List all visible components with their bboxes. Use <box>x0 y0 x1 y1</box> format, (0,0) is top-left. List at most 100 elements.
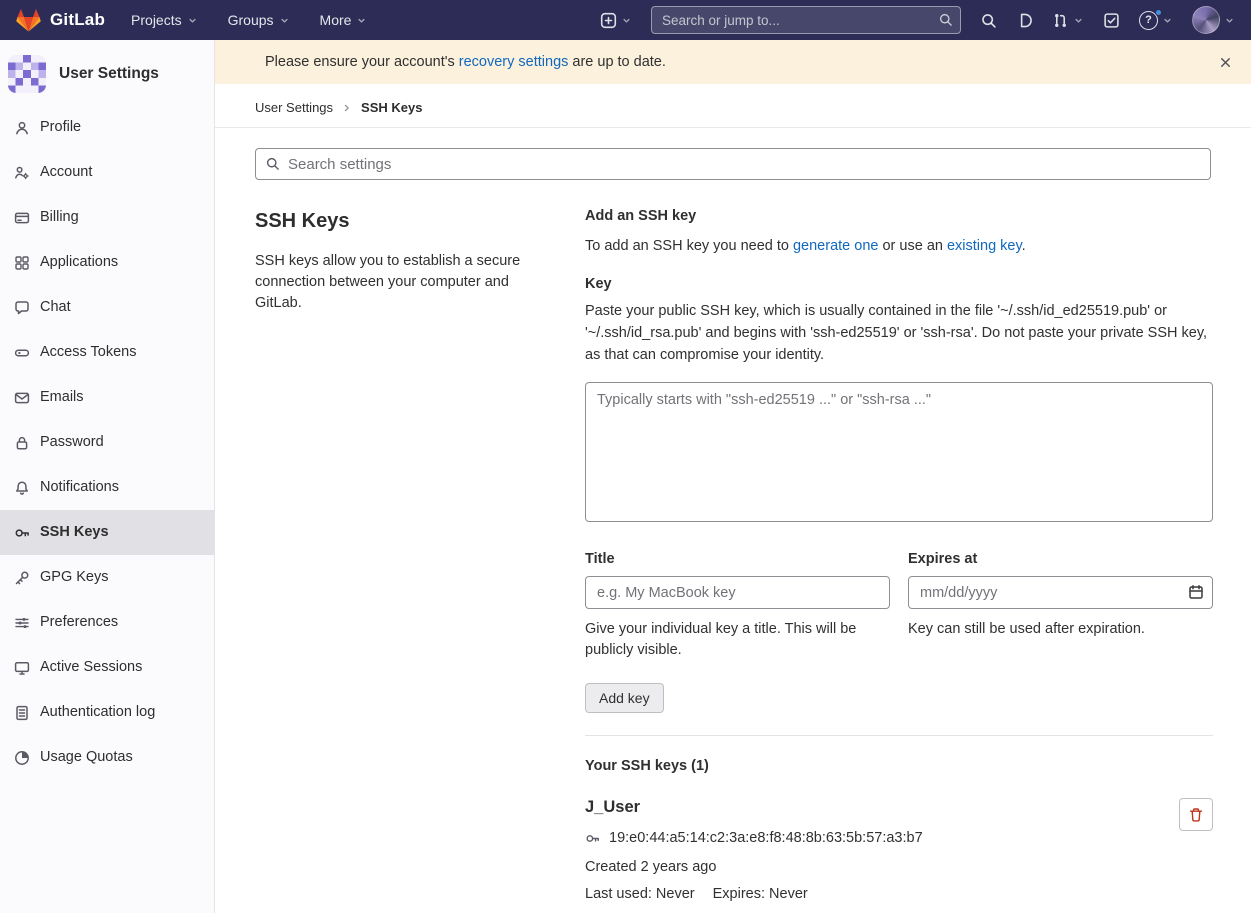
sidebar-item-notifications[interactable]: Notifications <box>0 465 214 510</box>
nav-menu-projects[interactable]: Projects <box>131 12 198 28</box>
existing-key-link[interactable]: existing key <box>947 238 1022 254</box>
merge-requests-dropdown[interactable] <box>1052 12 1084 29</box>
bell-icon <box>14 480 30 496</box>
sidebar-item-account[interactable]: Account <box>0 150 214 195</box>
log-icon <box>14 705 30 721</box>
key-title-input[interactable] <box>585 576 890 609</box>
help-icon: ? <box>1139 11 1158 30</box>
sidebar-item-label: Active Sessions <box>40 658 142 677</box>
todos-button[interactable] <box>1103 12 1120 29</box>
sidebar-item-authentication-log[interactable]: Authentication log <box>0 690 214 735</box>
form-intro: To add an SSH key you need to generate o… <box>585 238 1213 254</box>
key-label: Key <box>585 276 1213 292</box>
lock-icon <box>14 435 30 451</box>
token-icon <box>14 345 30 361</box>
section-description: SSH keys allow you to establish a secure… <box>255 251 550 314</box>
sidebar-item-label: Preferences <box>40 613 118 632</box>
key-icon <box>585 831 600 846</box>
settings-search <box>255 148 1211 180</box>
sidebar-item-label: Usage Quotas <box>40 748 133 767</box>
delete-key-button[interactable] <box>1179 798 1213 831</box>
sidebar-title: User Settings <box>59 65 159 83</box>
chevron-down-icon <box>356 15 367 26</box>
settings-sidebar: User Settings Profile Account Billing Ap… <box>0 40 215 913</box>
nav-menu-more-label: More <box>320 12 352 28</box>
email-icon <box>14 390 30 406</box>
intro-middle: or use an <box>882 238 942 254</box>
sidebar-item-label: Emails <box>40 388 84 407</box>
close-icon <box>1218 55 1233 70</box>
breadcrumb-ssh-keys: SSH Keys <box>361 100 422 115</box>
settings-search-input[interactable] <box>255 148 1211 180</box>
sidebar-item-billing[interactable]: Billing <box>0 195 214 240</box>
expires-hint: Key can still be used after expiration. <box>908 619 1213 640</box>
sidebar-item-ssh-keys[interactable]: SSH Keys <box>0 510 214 555</box>
help-dropdown[interactable]: ? <box>1139 11 1173 30</box>
search-button[interactable] <box>980 12 997 29</box>
sidebar-item-profile[interactable]: Profile <box>0 105 214 150</box>
nav-menu-groups[interactable]: Groups <box>228 12 290 28</box>
main-content: Please ensure your account's recovery se… <box>215 40 1251 913</box>
sidebar-item-applications[interactable]: Applications <box>0 240 214 285</box>
ssh-key-created: Created 2 years ago <box>585 859 923 875</box>
ssh-key-expires: Expires: Never <box>713 886 808 902</box>
chevron-down-icon <box>279 15 290 26</box>
sidebar-item-label: Applications <box>40 253 118 272</box>
nav-menu-projects-label: Projects <box>131 12 182 28</box>
issues-button[interactable] <box>1016 12 1033 29</box>
intro-prefix: To add an SSH key you need to <box>585 238 789 254</box>
sidebar-item-emails[interactable]: Emails <box>0 375 214 420</box>
merge-requests-icon <box>1052 12 1069 29</box>
sidebar-item-label: Access Tokens <box>40 343 136 362</box>
add-key-button[interactable]: Add key <box>585 683 664 713</box>
logo-text: GitLab <box>50 10 105 30</box>
divider <box>585 735 1213 736</box>
new-item-dropdown[interactable] <box>600 12 632 29</box>
sidebar-item-preferences[interactable]: Preferences <box>0 600 214 645</box>
nav-menu-more[interactable]: More <box>320 12 368 28</box>
key-description: Paste your public SSH key, which is usua… <box>585 301 1213 366</box>
preferences-icon <box>14 615 30 631</box>
alert-text-suffix: are up to date. <box>572 54 666 70</box>
expires-at-input[interactable] <box>908 576 1213 609</box>
chevron-down-icon <box>1073 15 1084 26</box>
gitlab-logo[interactable]: GitLab <box>16 8 105 32</box>
generate-one-link[interactable]: generate one <box>793 238 878 254</box>
global-search-input[interactable] <box>651 6 961 34</box>
breadcrumb-user-settings[interactable]: User Settings <box>255 100 333 115</box>
plus-square-icon <box>600 12 617 29</box>
search-icon <box>265 156 280 171</box>
chevron-down-icon <box>1224 15 1235 26</box>
recovery-settings-link[interactable]: recovery settings <box>459 54 569 70</box>
add-ssh-key-heading: Add an SSH key <box>585 208 1213 224</box>
user-menu[interactable] <box>1192 6 1235 34</box>
chevron-down-icon <box>621 15 632 26</box>
sidebar-item-gpg-keys[interactable]: GPG Keys <box>0 555 214 600</box>
billing-icon <box>14 210 30 226</box>
search-icon <box>980 12 997 29</box>
gpg-key-icon <box>14 570 30 586</box>
chevron-down-icon <box>1162 15 1173 26</box>
issues-icon <box>1016 12 1033 29</box>
sidebar-item-active-sessions[interactable]: Active Sessions <box>0 645 214 690</box>
title-hint: Give your individual key a title. This w… <box>585 619 890 661</box>
ssh-key-fingerprint: 19:e0:44:a5:14:c2:3a:e8:f8:48:8b:63:5b:5… <box>609 830 923 846</box>
sidebar-item-usage-quotas[interactable]: Usage Quotas <box>0 735 214 780</box>
tanuki-logo <box>16 8 41 32</box>
global-search <box>651 6 961 34</box>
calendar-icon[interactable] <box>1188 584 1204 600</box>
ssh-key-last-used: Last used: Never <box>585 886 695 902</box>
chevron-down-icon <box>187 15 198 26</box>
alert-dismiss-button[interactable] <box>1218 55 1233 70</box>
user-identicon-avatar <box>8 55 46 93</box>
sidebar-header: User Settings <box>0 40 214 105</box>
user-avatar <box>1192 6 1220 34</box>
sidebar-item-chat[interactable]: Chat <box>0 285 214 330</box>
sidebar-item-label: GPG Keys <box>40 568 109 587</box>
sidebar-item-password[interactable]: Password <box>0 420 214 465</box>
ssh-key-textarea[interactable] <box>585 382 1213 522</box>
todos-icon <box>1103 12 1120 29</box>
sidebar-item-access-tokens[interactable]: Access Tokens <box>0 330 214 375</box>
top-navbar: GitLab Projects Groups More <box>0 0 1251 40</box>
account-icon <box>14 165 30 181</box>
